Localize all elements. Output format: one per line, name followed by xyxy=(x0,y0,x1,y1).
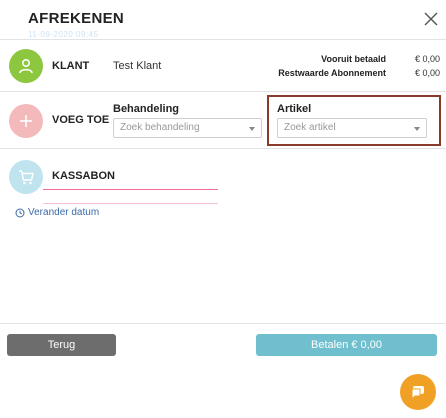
behandeling-label: Behandeling xyxy=(113,103,180,115)
user-icon xyxy=(9,49,43,83)
terug-button[interactable]: Terug xyxy=(7,334,116,356)
modal-footer: Terug Betalen € 0,00 xyxy=(0,323,446,418)
chat-icon[interactable] xyxy=(400,374,436,410)
restwaarde-value: € 0,00 xyxy=(414,68,440,78)
cart-icon xyxy=(9,160,43,194)
kassabon-label: KASSABON xyxy=(52,170,115,182)
restwaarde-label: Restwaarde Abonnement xyxy=(278,68,386,78)
vooruit-label: Vooruit betaald xyxy=(321,54,386,64)
verander-datum-label: Verander datum xyxy=(28,207,100,218)
kassabon-divider xyxy=(43,189,218,190)
plus-icon[interactable] xyxy=(9,104,43,138)
close-icon[interactable] xyxy=(422,10,440,28)
artikel-highlight-box xyxy=(267,95,441,146)
klant-label: KLANT xyxy=(52,60,90,72)
ghost-timestamp: 11-09-2020 09:45 xyxy=(28,30,99,39)
vooruit-value: € 0,00 xyxy=(414,54,440,64)
chevron-down-icon xyxy=(249,127,255,131)
kassabon-divider-faint xyxy=(43,203,218,204)
behandeling-select[interactable]: Zoek behandeling xyxy=(113,118,262,138)
betalen-button[interactable]: Betalen € 0,00 xyxy=(256,334,437,356)
behandeling-placeholder: Zoek behandeling xyxy=(120,122,200,133)
klant-name: Test Klant xyxy=(113,60,162,72)
kassabon-section: KASSABON xyxy=(0,150,446,210)
page-title: AFREKENEN xyxy=(28,10,125,27)
klant-section: KLANT Test Klant Vooruit betaald € 0,00 … xyxy=(0,40,446,92)
verander-datum-link[interactable]: Verander datum xyxy=(15,207,99,218)
modal-header: AFREKENEN 11-09-2020 09:45 xyxy=(0,0,446,40)
voeg-toe-label: VOEG TOE xyxy=(52,114,110,126)
clock-icon xyxy=(15,208,25,217)
